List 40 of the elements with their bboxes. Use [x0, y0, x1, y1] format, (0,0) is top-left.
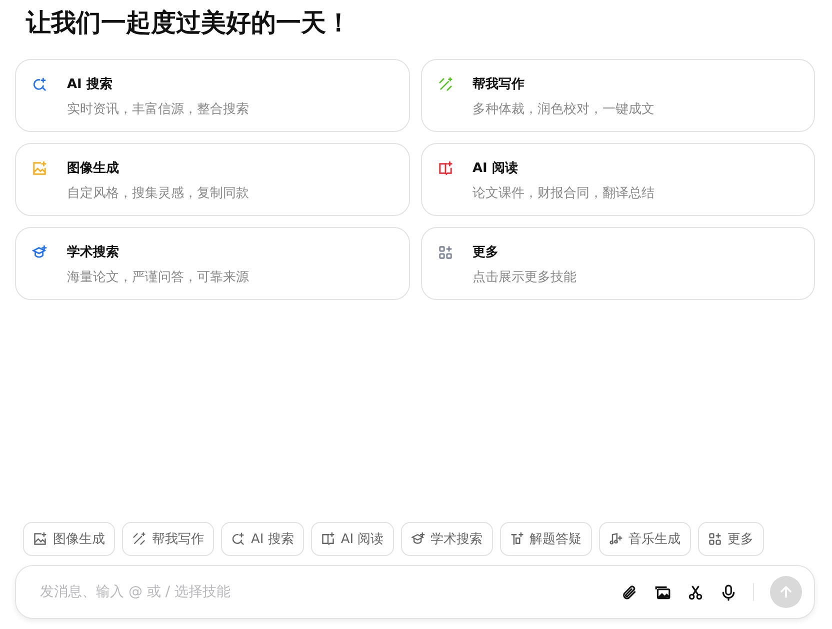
skill-card[interactable]: 图像生成 自定风格，搜集灵感，复制同款 [15, 143, 410, 216]
card-title: 帮我写作 [472, 76, 526, 93]
card-subtitle: 实时资讯，丰富信源，整合搜索 [67, 101, 249, 118]
card-title: 更多 [472, 244, 500, 261]
images-icon[interactable] [654, 584, 671, 600]
message-input[interactable]: 发消息、输入 @ 或 / 选择技能 [38, 583, 621, 601]
book-sparkle-icon [320, 532, 335, 546]
skill-chip[interactable]: 学术搜索 [400, 522, 493, 556]
grid-icon [708, 532, 722, 546]
skill-card[interactable]: 更多 点击展示更多技能 [420, 227, 815, 300]
card-title: AI 阅读 [472, 160, 519, 177]
paperclip-icon[interactable] [621, 584, 638, 600]
skill-chip[interactable]: 更多 [698, 522, 764, 556]
search-icon [231, 532, 245, 546]
card-subtitle: 点击展示更多技能 [472, 269, 576, 286]
skill-chip[interactable]: AI 阅读 [310, 522, 394, 556]
graduation-cap-icon [410, 532, 425, 546]
page-title: 让我们一起度过美好的一天！ [26, 7, 352, 39]
scissors-icon[interactable] [687, 584, 704, 600]
image-sparkle-icon [33, 532, 47, 546]
card-subtitle: 论文课件，财报合同，翻译总结 [472, 185, 654, 202]
skill-chip[interactable]: 解题答疑 [500, 522, 592, 556]
card-title: 图像生成 [67, 160, 120, 177]
skill-card[interactable]: AI 阅读 论文课件，财报合同，翻译总结 [420, 143, 815, 216]
pencil-sparkle-icon [132, 532, 146, 546]
card-subtitle: 海量论文，严谨问答，可靠来源 [67, 269, 249, 286]
card-title: 学术搜索 [67, 244, 120, 261]
skill-chip[interactable]: 帮我写作 [122, 522, 214, 556]
card-subtitle: 多种体裁，润色校对，一键成文 [472, 101, 654, 118]
skill-card[interactable]: AI 搜索 实时资讯，丰富信源，整合搜索 [15, 59, 410, 132]
skill-card[interactable]: 帮我写作 多种体裁，润色校对，一键成文 [420, 59, 815, 132]
skill-chip[interactable]: 图像生成 [23, 522, 115, 556]
skill-chip[interactable]: AI 搜索 [221, 522, 304, 556]
card-title: AI 搜索 [67, 76, 114, 93]
skill-card[interactable]: 学术搜索 海量论文，严谨问答，可靠来源 [15, 227, 410, 300]
card-subtitle: 自定风格，搜集灵感，复制同款 [67, 185, 249, 202]
music-note-icon [608, 532, 623, 546]
arrow-up-icon [778, 584, 794, 600]
skill-chip[interactable]: 音乐生成 [598, 522, 691, 556]
microphone-icon[interactable] [720, 584, 737, 600]
